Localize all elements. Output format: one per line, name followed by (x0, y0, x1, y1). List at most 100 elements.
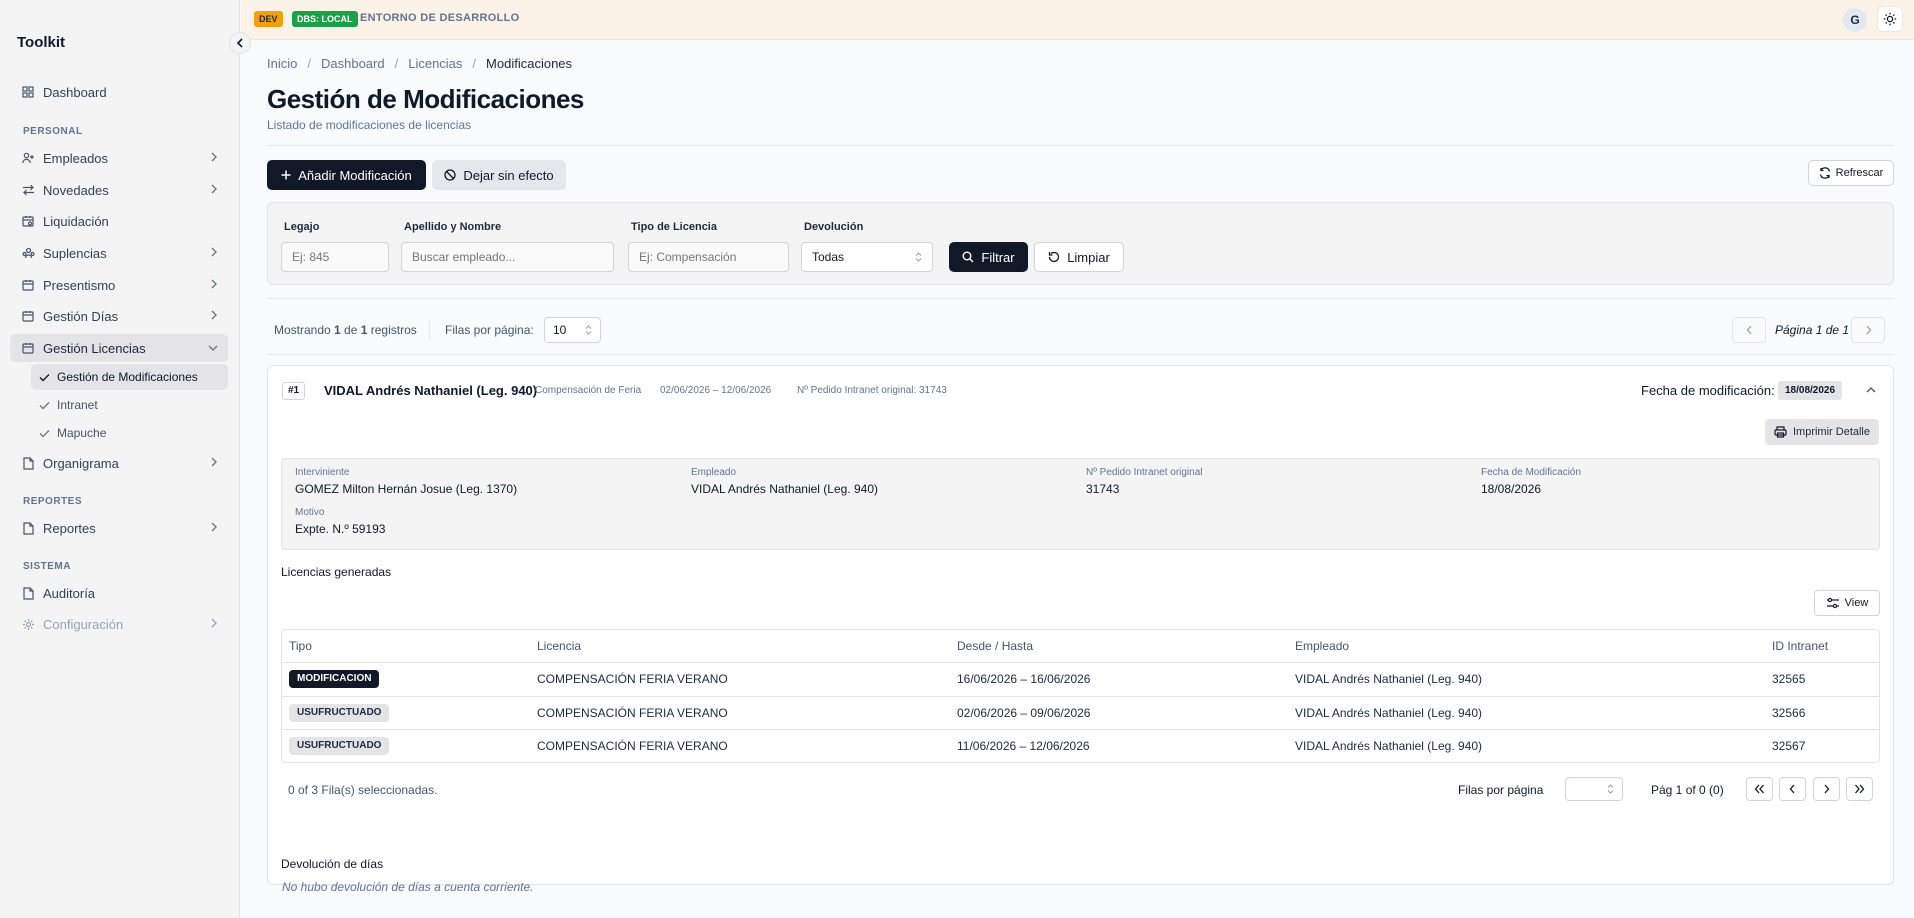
breadcrumb-dashboard[interactable]: Dashboard (321, 56, 385, 71)
environment-bar: DEV DBS: LOCAL ENTORNO DE DESARROLLO G (241, 0, 1914, 40)
chevron-right-icon (1823, 784, 1830, 794)
table-row[interactable]: USUFRUCTUADO COMPENSACIÓN FERIA VERANO 0… (282, 696, 1879, 729)
theme-toggle-button[interactable] (1877, 6, 1903, 32)
add-modification-button[interactable]: Añadir Modificación (267, 160, 426, 190)
sidebar-item-label: Novedades (43, 182, 109, 198)
fecha-label: Fecha de Modificación (1481, 467, 1582, 478)
first-page-button[interactable] (1746, 777, 1773, 801)
sidebar-item-gestion-dias[interactable]: Gestión Días (10, 302, 228, 330)
modification-date-badge: 18/08/2026 (1778, 381, 1843, 400)
page-title: Gestión de Modificaciones (267, 84, 584, 114)
column-header[interactable]: Tipo (289, 639, 312, 653)
nombre-label: Apellido y Nombre (404, 221, 502, 233)
column-header[interactable]: ID Intranet (1772, 639, 1828, 653)
sidebar-item-liquidacion[interactable]: Liquidación (10, 207, 228, 235)
record-license-type: Compensación de Feria (535, 385, 642, 396)
selection-count: 0 of 3 Fila(s) seleccionadas. (288, 783, 438, 797)
status-badge: MODIFICACION (289, 670, 380, 688)
check-icon (39, 401, 51, 410)
rows-per-page-value: 10 (553, 323, 567, 337)
sidebar-item-auditoria[interactable]: Auditoría (10, 579, 228, 607)
table-cell: 02/06/2026 – 09/06/2026 (957, 706, 1091, 720)
sidebar-item-organigrama[interactable]: Organigrama (10, 449, 228, 477)
chevron-up-icon[interactable] (1866, 386, 1876, 393)
breadcrumb-licencias[interactable]: Licencias (408, 56, 462, 71)
chevron-right-icon (210, 247, 218, 257)
table-rows-per-page-select[interactable] (1565, 777, 1623, 801)
divider (267, 298, 1894, 299)
sidebar-item-presentismo[interactable]: Presentismo (10, 271, 228, 299)
environment-label: ENTORNO DE DESARROLLO (360, 12, 520, 24)
column-header[interactable]: Empleado (1295, 639, 1349, 653)
nombre-input[interactable] (401, 242, 614, 272)
sidebar-item-dashboard[interactable]: Dashboard (10, 78, 228, 106)
table-row[interactable]: MODIFICACION COMPENSACIÓN FERIA VERANO 1… (282, 662, 1879, 695)
sidebar-item-label: Suplencias (43, 245, 107, 261)
next-page-button[interactable] (1851, 317, 1885, 343)
sidebar-subitem-gestion-modificaciones[interactable]: Gestión de Modificaciones (31, 364, 228, 390)
sidebar-collapse-button[interactable] (229, 32, 251, 54)
sidebar-item-label: Gestión Días (43, 308, 119, 324)
view-options-label: View (1844, 597, 1869, 609)
legajo-input[interactable] (281, 242, 389, 272)
section-label-reportes: REPORTES (23, 496, 83, 507)
legajo-label: Legajo (284, 221, 320, 233)
divider (429, 320, 430, 340)
sidebar-subitem-intranet[interactable]: Intranet (31, 392, 228, 418)
clear-button[interactable]: Limpiar (1034, 242, 1124, 272)
chevron-updown-icon (1607, 784, 1614, 794)
breadcrumb-inicio[interactable]: Inicio (267, 56, 297, 71)
sidebar-subitem-label: Gestión de Modificaciones (57, 370, 198, 384)
print-detail-button[interactable]: Imprimir Detalle (1765, 419, 1879, 445)
check-icon (39, 373, 51, 382)
file-icon (21, 521, 35, 535)
chevron-right-icon (210, 184, 218, 194)
record-date-range: 02/06/2026 – 12/06/2026 (660, 385, 772, 396)
empleado-value: VIDAL Andrés Nathaniel (Leg. 940) (691, 482, 879, 496)
calendar-clock-icon (21, 214, 35, 228)
prev-page-button[interactable] (1732, 317, 1766, 343)
sidebar-item-label: Organigrama (43, 455, 119, 471)
view-options-button[interactable]: View (1814, 590, 1880, 616)
devolucion-select[interactable]: Todas (801, 242, 933, 272)
print-detail-label: Imprimir Detalle (1792, 426, 1870, 438)
last-page-button[interactable] (1846, 777, 1873, 801)
table-cell: 11/06/2026 – 12/06/2026 (957, 739, 1090, 753)
chevrons-right-icon (1854, 784, 1865, 794)
table-cell: 16/06/2026 – 16/06/2026 (957, 672, 1091, 686)
avatar[interactable]: G (1843, 8, 1867, 32)
section-label-personal: PERSONAL (23, 126, 83, 137)
users-icon (21, 246, 35, 260)
sidebar-item-configuracion[interactable]: Configuración (10, 610, 228, 638)
ban-icon (444, 169, 456, 181)
table-next-page-button[interactable] (1813, 777, 1840, 801)
divider (267, 354, 1894, 355)
calendar-icon (21, 341, 35, 355)
tipo-licencia-label: Tipo de Licencia (631, 221, 717, 233)
sidebar-item-novedades[interactable]: Novedades (10, 176, 228, 204)
sidebar-item-gestion-licencias[interactable]: Gestión Licencias (10, 334, 228, 362)
sidebar-item-reportes[interactable]: Reportes (10, 514, 228, 542)
sidebar-item-suplencias[interactable]: Suplencias (10, 239, 228, 267)
details-panel: Interviniente GOMEZ Milton Hernán Josue … (281, 458, 1880, 550)
chevron-updown-icon (915, 252, 922, 262)
column-header[interactable]: Desde / Hasta (957, 639, 1033, 653)
table-row[interactable]: USUFRUCTUADO COMPENSACIÓN FERIA VERANO 1… (282, 729, 1879, 762)
refresh-button[interactable]: Refrescar (1808, 160, 1894, 186)
breadcrumb-separator-icon: / (394, 56, 399, 71)
void-button[interactable]: Dejar sin efecto (432, 160, 566, 190)
filter-button[interactable]: Filtrar (949, 242, 1028, 272)
table-prev-page-button[interactable] (1779, 777, 1806, 801)
licencias-table: Tipo Licencia Desde / Hasta Empleado ID … (281, 629, 1880, 763)
grid-icon (21, 85, 35, 99)
tipo-licencia-input[interactable] (628, 242, 789, 272)
sidebar-subitem-mapuche[interactable]: Mapuche (31, 420, 228, 446)
sidebar-item-empleados[interactable]: Empleados (10, 144, 228, 172)
sidebar-subitem-label: Intranet (57, 398, 98, 412)
calendar-icon (21, 309, 35, 323)
rows-per-page-select[interactable]: 10 (544, 317, 601, 343)
column-header[interactable]: Licencia (537, 639, 581, 653)
licencias-title: Licencias generadas (281, 565, 392, 579)
table-rows-per-page-label: Filas por página (1458, 783, 1544, 797)
sidebar-item-label: Dashboard (43, 84, 107, 100)
